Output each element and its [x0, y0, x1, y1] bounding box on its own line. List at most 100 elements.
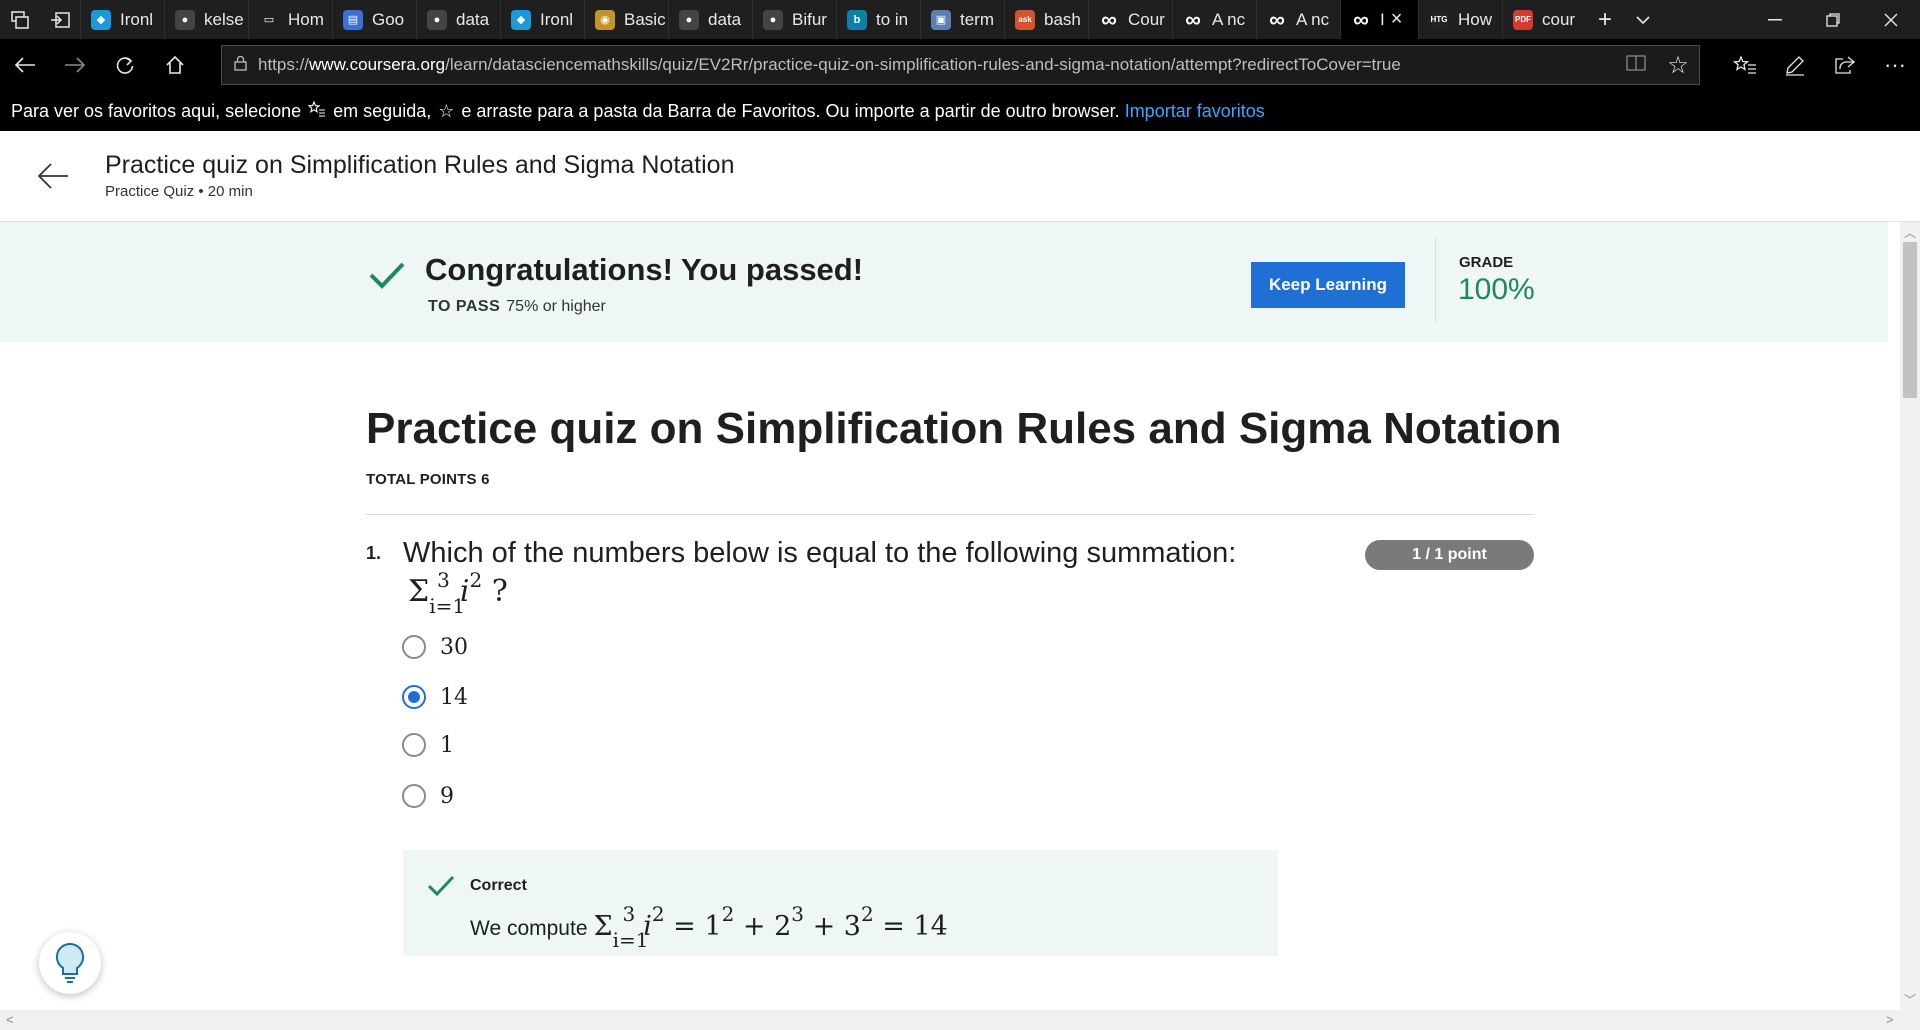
reading-view-icon[interactable] [1615, 54, 1657, 77]
browser-tab[interactable]: ▭ Hom [248, 0, 332, 39]
check-icon [427, 872, 455, 900]
browser-tab[interactable]: ask bash [1004, 0, 1088, 39]
tab-label: kelse [204, 9, 244, 29]
favorites-bar: Para ver os favoritos aqui, selecione em… [0, 91, 1920, 131]
browser-tab[interactable]: ● kelse [164, 0, 248, 39]
tab-label: How [1458, 9, 1493, 29]
browser-tab[interactable]: ∞ Cour [1088, 0, 1172, 39]
radio-button[interactable] [402, 635, 426, 659]
restore-button[interactable] [1804, 0, 1862, 39]
radio-button-selected[interactable] [402, 685, 426, 709]
new-tab-button[interactable]: + [1586, 0, 1624, 39]
scroll-left-arrow-icon[interactable]: < [6, 1012, 14, 1027]
tab-label: I [1380, 9, 1385, 29]
home-button[interactable] [150, 39, 200, 91]
browser-tab[interactable]: b to in [836, 0, 920, 39]
browser-tab[interactable]: ◉ Basic [584, 0, 668, 39]
favorite-star-icon[interactable]: ☆ [1657, 51, 1699, 80]
browser-tab[interactable]: ◆ Ironl [80, 0, 164, 39]
browser-tab[interactable]: ◆ Ironl [500, 0, 584, 39]
check-icon [367, 255, 407, 295]
url-path: /learn/datasciencemathskills/quiz/EV2Rr/… [445, 55, 1401, 74]
import-favorites-link[interactable]: Importar favoritos [1125, 101, 1265, 122]
tab-label: data [708, 9, 742, 29]
radio-button[interactable] [402, 784, 426, 808]
favbar-text: e arraste para a pasta da Barra de Favor… [461, 100, 1120, 121]
window-icon: ▭ [259, 9, 279, 30]
divider [366, 514, 1534, 515]
browser-tab[interactable]: HTG How [1418, 0, 1502, 39]
banner-divider [1435, 238, 1436, 322]
close-tab-icon[interactable]: × [1391, 8, 1403, 31]
tab-label: Cour [1128, 9, 1165, 29]
infinity-icon: ∞ [1269, 6, 1285, 32]
answer-option[interactable]: 1 [402, 730, 454, 760]
pdf-icon: PDF [1513, 9, 1533, 30]
share-icon[interactable] [1820, 39, 1870, 91]
radio-button[interactable] [402, 733, 426, 757]
web-note-pen-icon[interactable] [1770, 39, 1820, 91]
horizontal-scrollbar[interactable]: < > [0, 1010, 1920, 1030]
grade-value: 100% [1458, 273, 1535, 306]
browser-tab[interactable]: ● data [668, 0, 752, 39]
tab-actions-icon[interactable] [0, 0, 40, 39]
lock-icon [222, 55, 258, 76]
basic-icon: ◉ [595, 9, 615, 30]
terminal-icon: ▣ [931, 9, 951, 30]
url-prefix: https:// [258, 55, 310, 74]
page-header: Practice quiz on Simplification Rules an… [0, 131, 1920, 222]
scroll-right-arrow-icon[interactable]: > [1886, 1012, 1894, 1027]
url-text[interactable]: https://www.coursera.org/learn/datascien… [258, 55, 1615, 75]
header-subtitle: Practice Quiz • 20 min [105, 183, 253, 200]
favbar-text: Para ver os favoritos aqui, selecione [11, 100, 302, 121]
favorites-hub-icon[interactable] [1720, 39, 1770, 91]
browser-tab[interactable]: ● data [416, 0, 500, 39]
github-icon: ● [427, 9, 447, 30]
answer-option[interactable]: 9 [402, 781, 454, 811]
vertical-scrollbar[interactable]: ︿ ﹀ [1900, 222, 1920, 1010]
back-button[interactable] [0, 39, 50, 91]
ironhack-icon: ◆ [511, 9, 531, 30]
scroll-down-arrow-icon[interactable]: ﹀ [1900, 991, 1920, 1008]
answer-option[interactable]: 14 [402, 682, 468, 712]
browser-tab[interactable]: ▣ term [920, 0, 1004, 39]
forward-button[interactable] [50, 39, 100, 91]
tab-label: Ironl [120, 9, 154, 29]
header-title: Practice quiz on Simplification Rules an… [105, 151, 735, 179]
tab-label: A nc [1296, 9, 1330, 29]
answer-option[interactable]: 30 [402, 632, 468, 662]
favbar-text: em seguida, [333, 100, 432, 121]
tab-label: Basic [624, 9, 666, 29]
option-label: 9 [440, 783, 454, 809]
close-window-button[interactable] [1862, 0, 1920, 39]
tab-list-chevron-icon[interactable] [1624, 0, 1662, 39]
browser-tab[interactable]: ▤ Goo [332, 0, 416, 39]
keep-learning-button[interactable]: Keep Learning [1251, 262, 1405, 308]
lightbulb-icon[interactable] [39, 932, 101, 994]
browser-nav-bar: https://www.coursera.org/learn/datascien… [0, 39, 1920, 91]
browser-tab[interactable]: ● Bifur [752, 0, 836, 39]
address-bar[interactable]: https://www.coursera.org/learn/datascien… [221, 45, 1700, 85]
browser-tab[interactable]: ∞ I × [1340, 0, 1418, 39]
scrollbar-thumb[interactable] [1903, 242, 1917, 398]
back-arrow-icon[interactable] [36, 159, 70, 193]
tab-label: Goo [372, 9, 405, 29]
github-icon: ● [175, 9, 195, 30]
browser-tab[interactable]: ∞ A nc [1256, 0, 1340, 39]
refresh-button[interactable] [100, 39, 150, 91]
scroll-up-arrow-icon[interactable]: ︿ [1900, 224, 1920, 241]
to-pass-info: TO PASS 75% or higher [428, 298, 606, 316]
total-points: TOTAL POINTS 6 [366, 471, 490, 488]
tab-label: Hom [288, 9, 324, 29]
browser-tab[interactable]: ∞ A nc [1172, 0, 1256, 39]
coursera-page: Practice quiz on Simplification Rules an… [0, 131, 1920, 1030]
set-tabs-aside-icon[interactable] [40, 0, 80, 39]
browser-tab-bar: ◆ Ironl ● kelse ▭ Hom ▤ Goo ● data ◆ Ironl ◉ Basic ● da… [0, 0, 1920, 39]
grade-label: GRADE [1459, 254, 1514, 271]
more-menu-icon[interactable]: ··· [1870, 39, 1920, 91]
feedback-status: Correct [470, 877, 527, 894]
browser-tab[interactable]: PDF cour [1502, 0, 1586, 39]
minimize-button[interactable] [1746, 0, 1804, 39]
tab-label: to in [876, 9, 909, 29]
pass-banner: Congratulations! You passed! TO PASS 75% … [0, 222, 1888, 342]
